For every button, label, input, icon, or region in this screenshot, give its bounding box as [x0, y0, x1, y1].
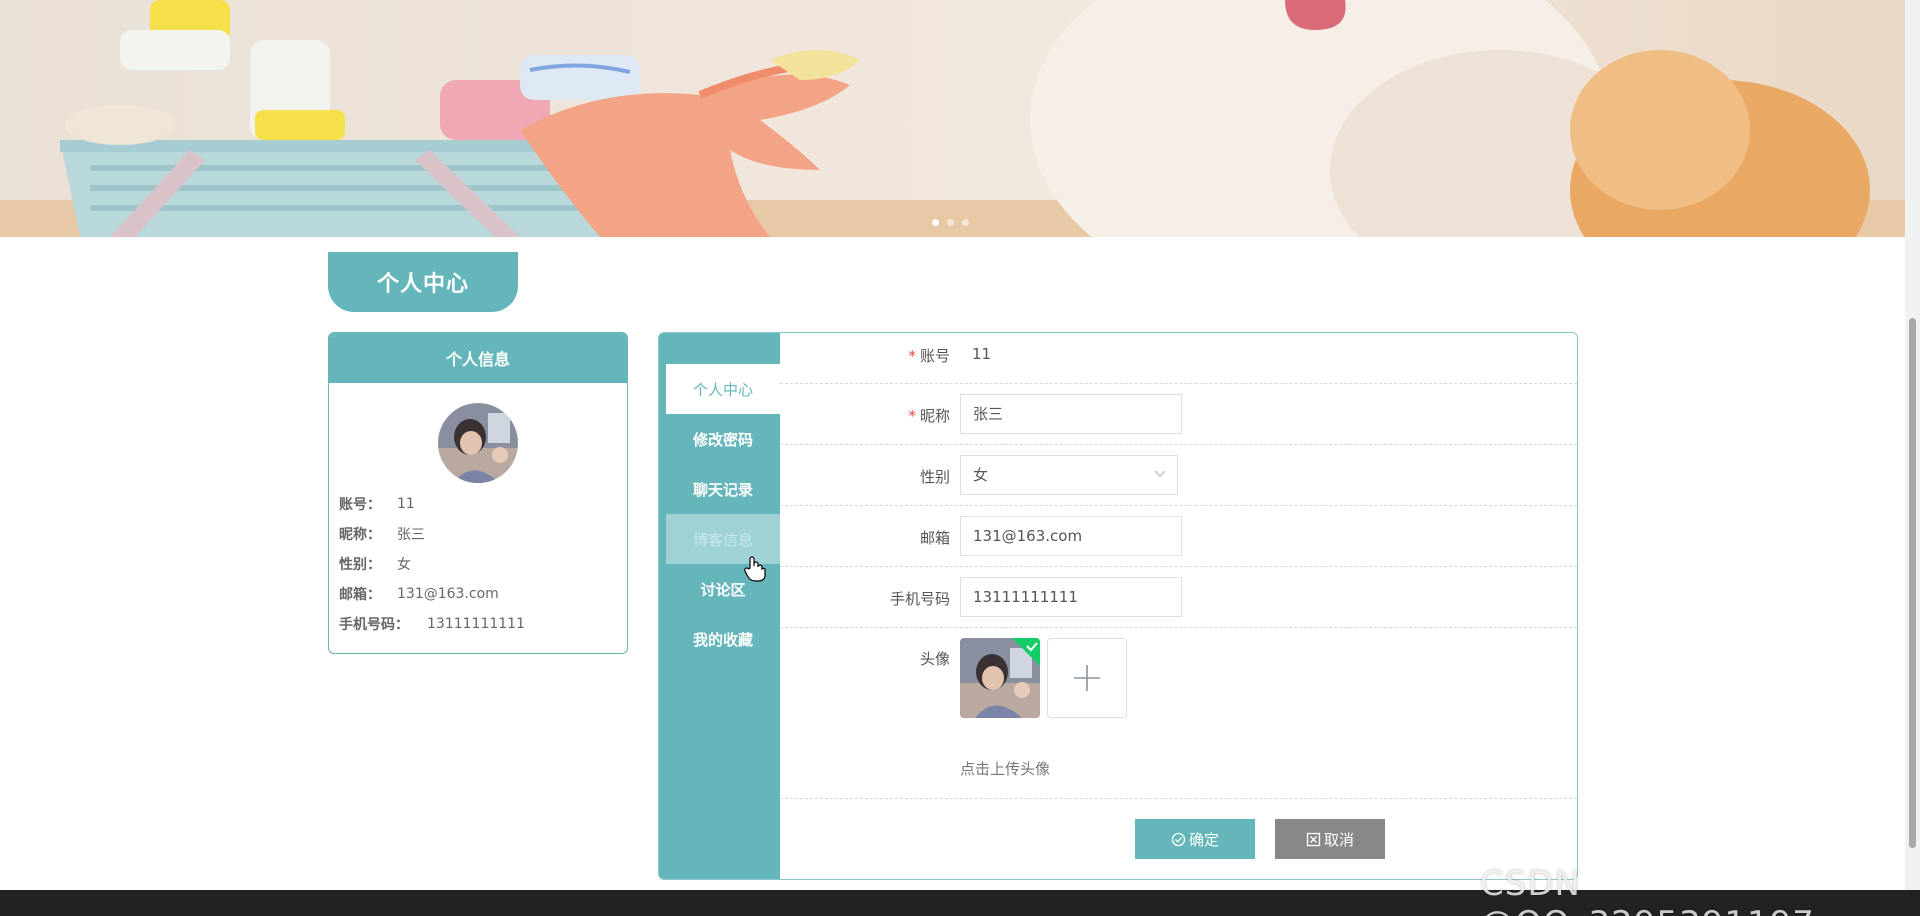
watermark: CSDN @QQ_3295391197	[1480, 864, 1814, 916]
upload-tip: 点击上传头像	[960, 760, 1051, 778]
profile-value: 13111111111	[427, 616, 525, 632]
carousel-dot[interactable]	[962, 219, 969, 226]
uploaded-avatar-thumbnail[interactable]	[960, 638, 1040, 718]
profile-label: 手机号码：	[339, 617, 409, 633]
required-mark: *	[908, 407, 916, 425]
carousel-dot[interactable]	[947, 219, 954, 226]
hand-cursor-icon	[744, 556, 766, 582]
profile-row-nickname: 昵称： 张三	[329, 519, 627, 549]
avatar-label: 头像	[919, 650, 950, 668]
phone-input[interactable]: 13111111111	[960, 577, 1182, 617]
form-row-phone: 手机号码 13111111111	[780, 567, 1577, 628]
profile-label: 邮箱：	[339, 587, 381, 603]
scrollbar-thumb[interactable]	[1909, 318, 1916, 848]
page-scrollbar[interactable]	[1905, 0, 1920, 890]
form-row-email: 邮箱 131@163.com	[780, 506, 1577, 567]
profile-row-gender: 性别： 女	[329, 549, 627, 579]
gender-select[interactable]: 女	[960, 455, 1178, 495]
chevron-down-icon	[1154, 470, 1166, 478]
profile-row-email: 邮箱： 131@163.com	[329, 579, 627, 609]
gender-select-value: 女	[973, 466, 989, 484]
avatar	[438, 403, 518, 483]
required-mark: *	[908, 347, 916, 365]
nickname-input[interactable]: 张三	[960, 394, 1182, 434]
account-label-text: 账号	[919, 347, 950, 365]
plus-icon	[1074, 665, 1100, 691]
cancel-button-label: 取消	[1323, 830, 1354, 849]
page-title: 个人中心	[328, 252, 518, 312]
account-value: 11	[972, 345, 992, 363]
carousel-dot[interactable]	[932, 219, 939, 226]
confirm-button-label: 确定	[1188, 830, 1219, 849]
phone-label: 手机号码	[889, 590, 950, 608]
profile-card-header: 个人信息	[329, 333, 627, 383]
banner-carousel[interactable]	[0, 0, 1905, 237]
profile-row-account: 账号： 11	[329, 489, 627, 519]
profile-info-list: 账号： 11 昵称： 张三 性别： 女 邮箱： 131@163.com 手机号码…	[329, 489, 627, 639]
check-circle-icon	[1171, 832, 1186, 846]
gender-label: 性别	[919, 468, 950, 486]
profile-value: 女	[397, 557, 411, 573]
profile-label: 性别：	[339, 557, 381, 573]
profile-value: 张三	[397, 527, 425, 543]
close-square-icon	[1306, 832, 1321, 846]
avatar-upload-button[interactable]	[1047, 638, 1127, 718]
profile-row-phone: 手机号码： 13111111111	[329, 609, 627, 639]
profile-label: 昵称：	[339, 527, 381, 543]
menu-item-chat-history[interactable]: 聊天记录	[666, 464, 780, 514]
nickname-label: * 昵称	[780, 405, 950, 426]
carousel-dots	[932, 219, 969, 226]
form-row-nickname: * 昵称 张三	[780, 384, 1577, 445]
profile-form: * 账号 11 * 昵称 张三 性别 女 邮箱 131@163.com 手机号码…	[780, 333, 1577, 879]
personal-center-panel: 个人中心 修改密码 聊天记录 博客信息 讨论区 我的收藏 * 账号 11 * 昵称 …	[658, 332, 1578, 880]
cancel-button[interactable]: 取消	[1275, 819, 1385, 859]
menu-item-change-password[interactable]: 修改密码	[666, 414, 780, 464]
account-label: * 账号	[780, 345, 950, 366]
menu-item-personal-center[interactable]: 个人中心	[666, 364, 780, 414]
email-label: 邮箱	[919, 529, 950, 547]
confirm-button[interactable]: 确定	[1135, 819, 1255, 859]
form-row-account: * 账号 11	[780, 333, 1577, 384]
page-root: 个人中心 个人信息 账号： 11 昵称： 张三 性别： 女 邮箱： 131@16…	[0, 0, 1920, 916]
side-menu: 个人中心 修改密码 聊天记录 博客信息 讨论区 我的收藏	[659, 333, 780, 879]
banner-image	[0, 0, 1905, 237]
profile-label: 账号：	[339, 497, 381, 513]
upload-success-icon	[1012, 638, 1040, 666]
menu-item-favorites[interactable]: 我的收藏	[666, 614, 780, 664]
nickname-label-text: 昵称	[919, 407, 950, 425]
email-input[interactable]: 131@163.com	[960, 516, 1182, 556]
profile-card: 个人信息 账号： 11 昵称： 张三 性别： 女 邮箱： 131@163.com…	[328, 332, 628, 654]
profile-value: 11	[397, 496, 415, 512]
form-row-gender: 性别 女	[780, 445, 1577, 506]
profile-value: 131@163.com	[397, 586, 499, 602]
form-row-avatar: 头像 点击上传头像	[780, 628, 1577, 799]
